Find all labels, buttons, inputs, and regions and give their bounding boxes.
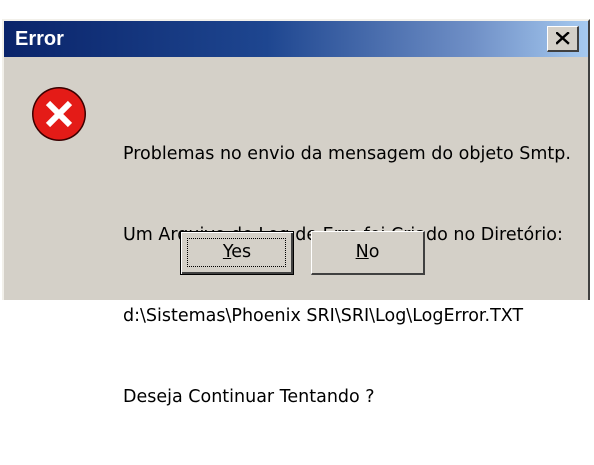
yes-label-rest: es <box>231 242 252 262</box>
error-message: Problemas no envio da mensagem do objeto… <box>123 87 571 465</box>
no-button[interactable]: No <box>311 231 425 275</box>
close-button[interactable] <box>547 26 579 52</box>
error-dialog: Error Problemas no envio da mensagem do … <box>2 19 590 407</box>
close-icon <box>556 32 570 45</box>
no-accelerator: N <box>355 242 369 262</box>
yes-button-label: Yes <box>223 242 251 262</box>
message-line: Deseja Continuar Tentando ? <box>123 387 375 407</box>
no-button-label: No <box>356 242 380 262</box>
yes-accelerator: Y <box>222 242 232 262</box>
no-label-rest: o <box>368 242 380 262</box>
message-line: Problemas no envio da mensagem do objeto… <box>123 144 571 164</box>
yes-button[interactable]: Yes <box>180 231 294 275</box>
message-line: d:\Sistemas\Phoenix SRI\SRI\Log\LogError… <box>123 306 524 326</box>
title-bar[interactable]: Error <box>4 21 588 57</box>
window-title: Error <box>15 28 64 50</box>
error-icon <box>32 87 86 141</box>
